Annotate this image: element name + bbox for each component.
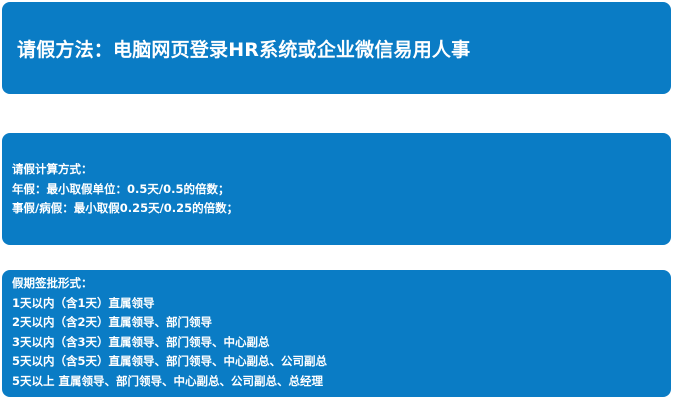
approval-rule-5-days: 5天以内（含5天）直属领导、部门领导、中心副总、公司副总 bbox=[12, 354, 328, 368]
title-panel: 请假方法：电脑网页登录HR系统或企业微信易用人事 bbox=[2, 2, 671, 94]
approval-rule-2-days: 2天以内（含2天）直属领导、部门领导 bbox=[12, 315, 213, 329]
annual-leave-rule: 年假：最小取假单位：0.5天/0.5的倍数； bbox=[12, 181, 230, 196]
calculation-heading: 请假计算方式： bbox=[12, 162, 93, 176]
approval-rule-over-5-days: 5天以上 直属领导、部门领导、中心副总、公司副总、总经理 bbox=[12, 373, 324, 388]
personal-sick-leave-rule: 事假/病假：最小取假0.25天/0.25的倍数； bbox=[12, 201, 239, 215]
approval-rule-3-days: 3天以内（含3天）直属领导、部门领导、中心副总 bbox=[12, 334, 270, 349]
approval-text: 假期签批形式： 1天以内（含1天）直属领导 2天以内（含2天）直属领导、部门领导… bbox=[12, 274, 327, 391]
approval-panel: 假期签批形式： 1天以内（含1天）直属领导 2天以内（含2天）直属领导、部门领导… bbox=[2, 270, 671, 397]
calculation-text: 请假计算方式： 年假：最小取假单位：0.5天/0.5的倍数； 事假/病假：最小取… bbox=[12, 160, 238, 219]
approval-heading: 假期签批形式： bbox=[12, 276, 93, 290]
page-title: 请假方法：电脑网页登录HR系统或企业微信易用人事 bbox=[17, 39, 471, 61]
approval-rule-1-day: 1天以内（含1天）直属领导 bbox=[12, 295, 155, 310]
calculation-panel: 请假计算方式： 年假：最小取假单位：0.5天/0.5的倍数； 事假/病假：最小取… bbox=[2, 133, 671, 245]
